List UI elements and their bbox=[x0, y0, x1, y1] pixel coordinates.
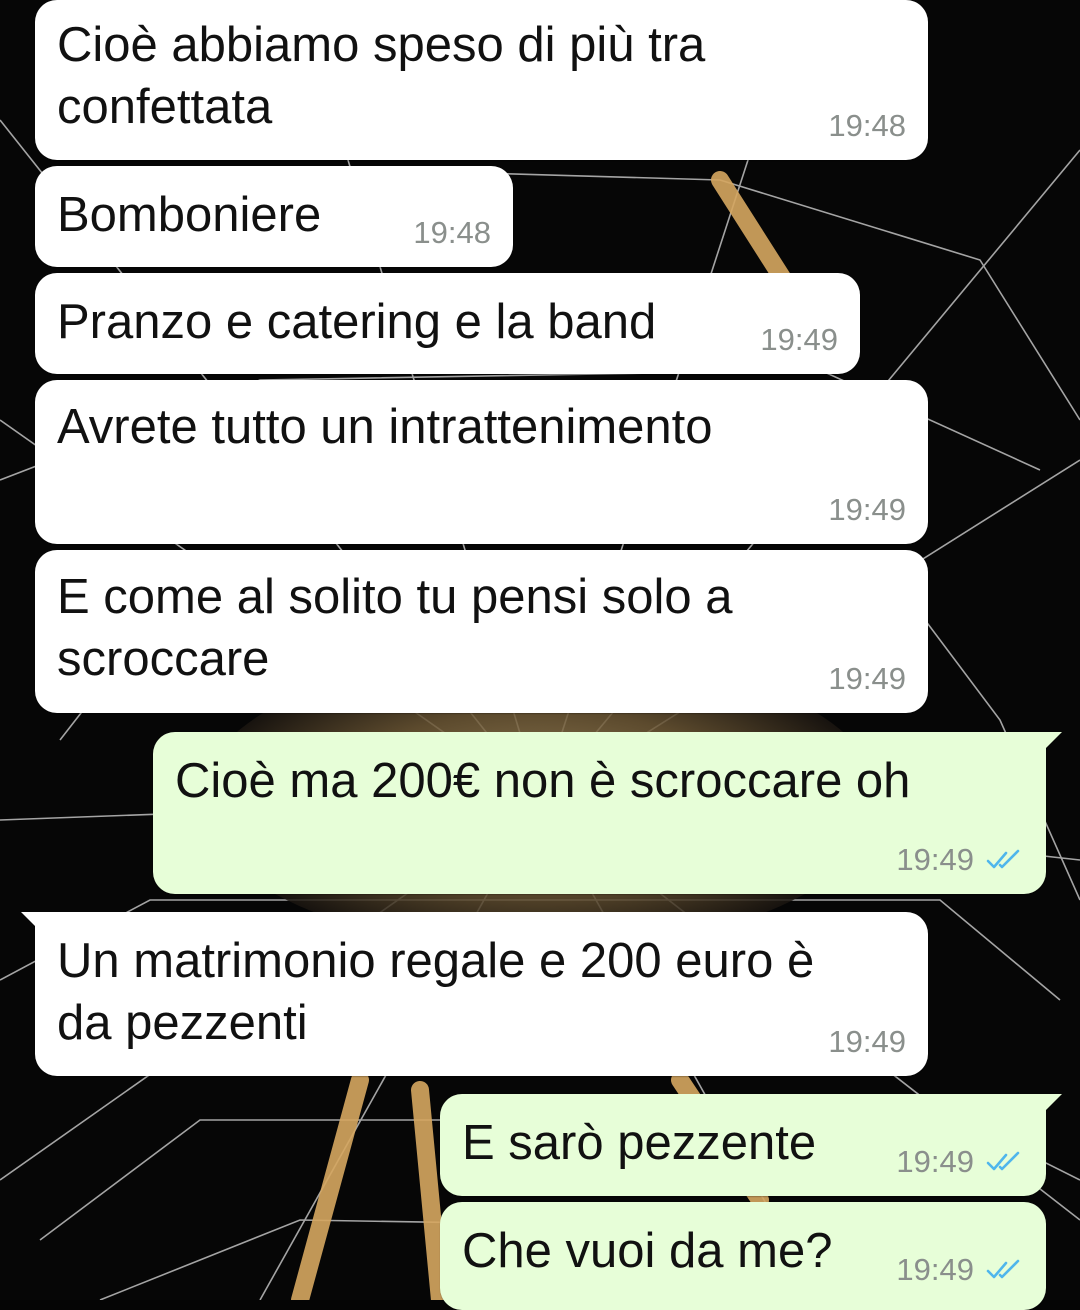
message-meta: 19:49 bbox=[896, 1252, 1024, 1288]
message-meta: 19:48 bbox=[413, 215, 491, 251]
message-timestamp: 19:49 bbox=[828, 661, 906, 696]
message-text: Un matrimonio regale e 200 euro è da pez… bbox=[57, 934, 815, 1050]
message-meta: 19:48 bbox=[828, 108, 906, 144]
message-meta: 19:49 bbox=[828, 492, 906, 528]
message-bubble-incoming[interactable]: Un matrimonio regale e 200 euro è da pez… bbox=[21, 912, 928, 1076]
message-bubble-incoming[interactable]: Avrete tutto un intrattenimento 19:49 bbox=[35, 380, 928, 544]
message-text: Pranzo e catering e la band bbox=[57, 295, 657, 349]
message-text: Cioè abbiamo speso di più tra confettata bbox=[57, 18, 706, 134]
message-timestamp: 19:49 bbox=[896, 1252, 974, 1287]
message-bubble-incoming[interactable]: Pranzo e catering e la band 19:49 bbox=[35, 273, 860, 374]
read-receipt-double-check-icon bbox=[986, 1151, 1020, 1171]
message-timestamp: 19:48 bbox=[828, 108, 906, 143]
message-timestamp: 19:48 bbox=[413, 215, 491, 250]
message-timestamp: 19:49 bbox=[896, 842, 974, 877]
message-bubble-incoming[interactable]: E come al solito tu pensi solo a scrocca… bbox=[35, 550, 928, 713]
message-timestamp: 19:49 bbox=[896, 1144, 974, 1179]
message-text: Cioè ma 200€ non è scroccare oh bbox=[175, 754, 911, 808]
message-bubble-outgoing[interactable]: Cioè ma 200€ non è scroccare oh 19:49 bbox=[153, 732, 1062, 894]
message-meta: 19:49 bbox=[760, 322, 838, 358]
message-bubble-outgoing[interactable]: E sarò pezzente 19:49 bbox=[440, 1094, 1062, 1196]
message-meta: 19:49 bbox=[896, 1144, 1024, 1180]
read-receipt-double-check-icon bbox=[986, 849, 1020, 869]
message-text: E sarò pezzente bbox=[462, 1116, 817, 1170]
message-text: Avrete tutto un intrattenimento bbox=[57, 400, 713, 454]
message-meta: 19:49 bbox=[828, 661, 906, 697]
message-bubble-incoming[interactable]: Cioè abbiamo speso di più tra confettata… bbox=[35, 0, 928, 160]
message-timestamp: 19:49 bbox=[828, 492, 906, 527]
message-meta: 19:49 bbox=[828, 1024, 906, 1060]
message-meta: 19:49 bbox=[896, 842, 1024, 878]
message-text: E come al solito tu pensi solo a scrocca… bbox=[57, 570, 733, 686]
message-bubble-incoming[interactable]: Bomboniere 19:48 bbox=[35, 166, 513, 267]
message-text: Bomboniere bbox=[57, 188, 322, 242]
message-timestamp: 19:49 bbox=[760, 322, 838, 357]
message-bubble-outgoing[interactable]: Che vuoi da me? 19:49 bbox=[440, 1202, 1046, 1310]
message-timestamp: 19:49 bbox=[828, 1024, 906, 1059]
read-receipt-double-check-icon bbox=[986, 1259, 1020, 1279]
message-text: Che vuoi da me? bbox=[462, 1224, 833, 1278]
